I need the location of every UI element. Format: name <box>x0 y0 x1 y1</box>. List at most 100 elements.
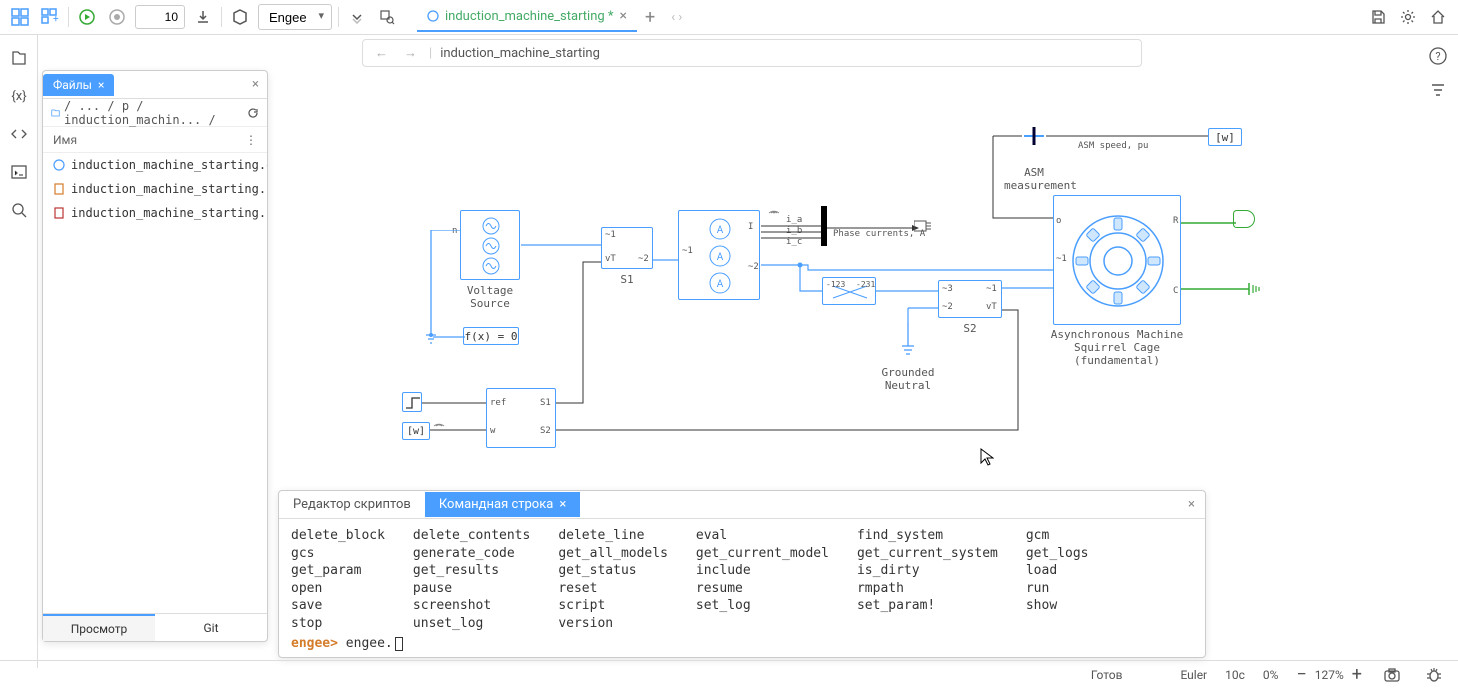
completion-item[interactable]: screenshot <box>413 597 530 615</box>
back-icon[interactable]: ← <box>371 45 392 61</box>
chevron-down-icon[interactable] <box>345 5 369 29</box>
file-item[interactable]: induction_machine_starting.s <box>43 201 267 225</box>
files-path-text[interactable]: / ... / p / induction_machin... / <box>64 99 243 127</box>
port-label: o <box>1056 216 1061 226</box>
signal-icon <box>767 203 781 215</box>
completion-item[interactable]: pause <box>413 580 530 598</box>
zoom-in-button[interactable]: + <box>1352 664 1362 685</box>
file-item[interactable]: induction_machine_starting.e <box>43 153 267 177</box>
completion-item[interactable]: delete_line <box>558 527 668 545</box>
completion-item[interactable]: delete_block <box>291 527 385 545</box>
help-icon[interactable]: ? <box>1426 44 1450 68</box>
port-label: S2 <box>540 426 551 436</box>
completion-item[interactable]: load <box>1026 562 1089 580</box>
completion-item[interactable]: save <box>291 597 385 615</box>
completion-item[interactable]: rmpath <box>857 580 998 598</box>
grounded-neutral-label: Grounded Neutral <box>876 366 940 392</box>
file-item[interactable]: induction_machine_starting.n <box>43 177 267 201</box>
svg-text:{x}: {x} <box>11 89 26 104</box>
fx-block[interactable]: f(x) = 0 <box>463 327 519 345</box>
search-icon[interactable] <box>6 197 32 223</box>
breadcrumb-text[interactable]: induction_machine_starting <box>440 46 600 61</box>
completion-item[interactable]: get_param <box>291 562 385 580</box>
completion-item[interactable]: delete_contents <box>413 527 530 545</box>
completion-item[interactable]: resume <box>696 580 829 598</box>
tab-scroll-icon[interactable]: ‹ › <box>663 10 690 25</box>
git-tab[interactable]: Git <box>155 614 267 641</box>
completion-item[interactable]: show <box>1026 597 1089 615</box>
download-icon[interactable] <box>191 5 215 29</box>
completion-item[interactable]: find_system <box>857 527 998 545</box>
terminal-icon[interactable] <box>6 159 32 185</box>
variables-icon[interactable]: {x} <box>6 83 32 109</box>
add-block-icon[interactable]: + <box>38 5 62 29</box>
script-editor-tab[interactable]: Редактор скриптов <box>279 492 425 517</box>
close-icon[interactable]: × <box>98 78 104 92</box>
cursor-icon <box>395 637 403 651</box>
prompt-input[interactable]: engee. <box>346 636 393 651</box>
completion-item[interactable]: reset <box>558 580 668 598</box>
goto-w-block[interactable]: [w] <box>1208 128 1242 146</box>
camera-icon[interactable] <box>1380 663 1404 687</box>
completion-item[interactable]: get_current_system <box>857 545 998 563</box>
completion-item[interactable]: set_param! <box>857 597 998 615</box>
record-icon[interactable] <box>105 5 129 29</box>
layout-icon[interactable] <box>8 5 32 29</box>
scope-icon[interactable] <box>1022 124 1046 148</box>
gear-icon[interactable] <box>1396 5 1420 29</box>
completion-item[interactable]: run <box>1026 580 1089 598</box>
model-tabs: induction_machine_starting * × + ‹ › <box>417 2 690 32</box>
engine-select[interactable]: Engee <box>258 4 332 30</box>
command-line-tab[interactable]: Командная строка × <box>425 492 580 517</box>
column-menu-icon[interactable]: ⋮ <box>245 133 257 147</box>
bug-icon[interactable] <box>1422 663 1446 687</box>
voltage-source-block[interactable] <box>460 210 520 280</box>
console-body[interactable]: delete_blockgcsget_paramopensavestop del… <box>279 519 1205 657</box>
completion-item[interactable]: script <box>558 597 668 615</box>
zoom-out-button[interactable]: − <box>1296 664 1306 685</box>
completion-item[interactable]: eval <box>696 527 829 545</box>
completion-item[interactable]: open <box>291 580 385 598</box>
forward-icon[interactable]: → <box>400 45 421 61</box>
panel-close-icon[interactable]: × <box>1178 497 1205 512</box>
home-icon[interactable] <box>1426 5 1450 29</box>
completion-item[interactable]: version <box>558 615 668 633</box>
save-icon[interactable] <box>1366 5 1390 29</box>
terminator-icon[interactable] <box>914 219 932 233</box>
panel-close-icon[interactable]: × <box>244 77 267 92</box>
completion-item[interactable]: get_all_models <box>558 545 668 563</box>
completion-item[interactable]: gcm <box>1026 527 1089 545</box>
controller-block[interactable] <box>486 388 556 448</box>
close-icon[interactable]: × <box>620 8 627 24</box>
completion-item[interactable]: is_dirty <box>857 562 998 580</box>
mech-port-r[interactable] <box>1233 210 1255 228</box>
completion-item[interactable]: get_status <box>558 562 668 580</box>
new-tab-button[interactable]: + <box>637 3 663 32</box>
port-label: ~2 <box>942 302 953 312</box>
ground-icon[interactable] <box>900 322 916 362</box>
completion-item[interactable]: get_results <box>413 562 530 580</box>
from-w-block[interactable]: [w] <box>402 422 430 440</box>
files-tab[interactable]: Файлы × <box>43 74 114 96</box>
completion-item[interactable]: include <box>696 562 829 580</box>
completion-item[interactable]: get_logs <box>1026 545 1089 563</box>
completion-item[interactable]: stop <box>291 615 385 633</box>
port-label: w <box>490 426 495 436</box>
search-block-icon[interactable] <box>375 5 399 29</box>
code-icon[interactable] <box>6 121 32 147</box>
completion-item[interactable]: unset_log <box>413 615 530 633</box>
hexagon-icon[interactable] <box>228 5 252 29</box>
machine-block[interactable] <box>1053 195 1181 325</box>
completion-item[interactable]: get_current_model <box>696 545 829 563</box>
sim-time-input[interactable] <box>135 5 185 29</box>
completion-item[interactable]: gcs <box>291 545 385 563</box>
step-block[interactable] <box>402 392 422 412</box>
model-tab[interactable]: induction_machine_starting * × <box>417 2 637 32</box>
refresh-icon[interactable] <box>247 107 259 119</box>
play-icon[interactable] <box>75 5 99 29</box>
completion-item[interactable]: generate_code <box>413 545 530 563</box>
files-icon[interactable] <box>6 45 32 71</box>
completion-item[interactable]: set_log <box>696 597 829 615</box>
view-tab[interactable]: Просмотр <box>43 614 155 641</box>
close-icon[interactable]: × <box>559 497 566 512</box>
